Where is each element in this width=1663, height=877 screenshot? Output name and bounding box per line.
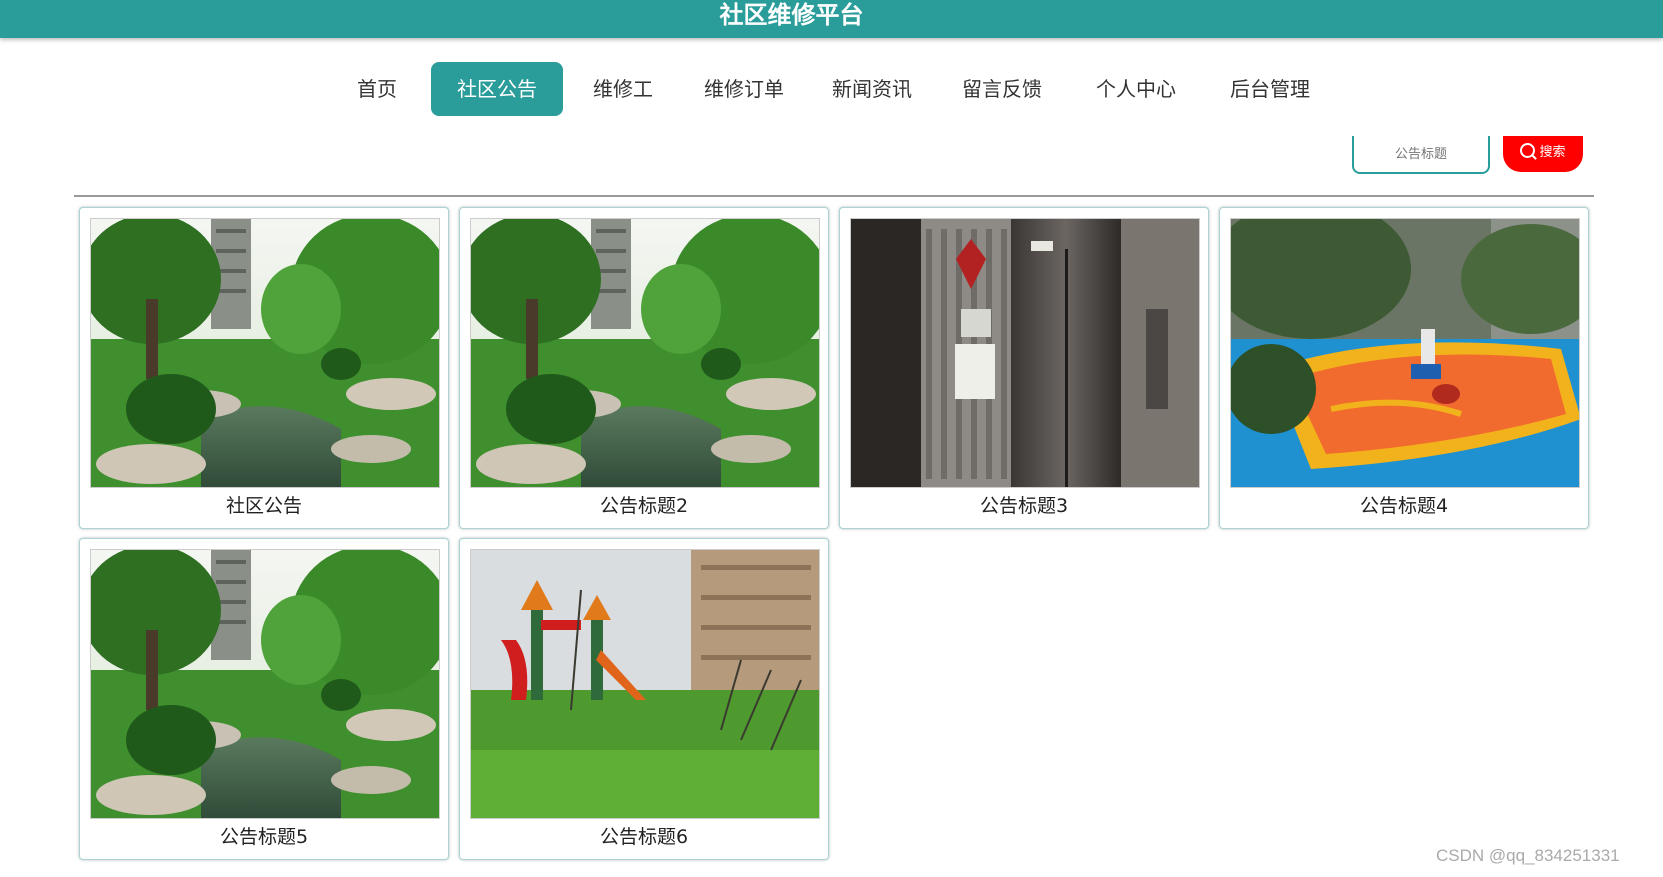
announcement-card[interactable]: 公告标题5 <box>79 538 449 860</box>
announcement-card[interactable]: 公告标题3 <box>839 207 1209 529</box>
content-divider <box>74 195 1594 197</box>
search-button-label: 搜索 <box>1539 145 1566 160</box>
nav-item-profile[interactable]: 个人中心 <box>1084 62 1188 116</box>
search-input[interactable] <box>1352 136 1490 174</box>
announcement-card[interactable]: 社区公告 <box>79 207 449 529</box>
nav-item-news[interactable]: 新闻资讯 <box>820 62 924 116</box>
announcement-title: 公告标题5 <box>219 826 309 848</box>
announcement-title: 公告标题4 <box>1359 495 1449 517</box>
search-button[interactable]: 搜索 <box>1503 136 1583 172</box>
announcement-card[interactable]: 公告标题2 <box>459 207 829 529</box>
announcement-image <box>470 218 820 488</box>
announcement-image <box>470 549 820 819</box>
nav-item-announcements[interactable]: 社区公告 <box>431 62 563 116</box>
nav-item-repair-orders[interactable]: 维修订单 <box>692 62 796 116</box>
announcement-card[interactable]: 公告标题4 <box>1219 207 1589 529</box>
announcement-card[interactable]: 公告标题6 <box>459 538 829 860</box>
main-nav: 首页 社区公告 维修工 维修订单 新闻资讯 留言反馈 个人中心 后台管理 <box>0 62 1663 116</box>
announcement-title: 社区公告 <box>225 495 302 517</box>
nav-item-admin[interactable]: 后台管理 <box>1218 62 1322 116</box>
announcement-title: 公告标题6 <box>599 826 689 848</box>
nav-item-repairmen[interactable]: 维修工 <box>580 62 666 116</box>
announcement-title: 公告标题3 <box>979 495 1069 517</box>
announcement-image <box>90 218 440 488</box>
announcement-image <box>850 218 1200 488</box>
site-header: 社区维修平台 <box>0 0 1663 38</box>
nav-item-feedback[interactable]: 留言反馈 <box>950 62 1054 116</box>
announcement-image <box>1230 218 1580 488</box>
watermark: CSDN @qq_834251331 <box>1436 846 1620 865</box>
nav-item-home[interactable]: 首页 <box>344 62 410 116</box>
site-title: 社区维修平台 <box>719 1 864 29</box>
search-icon <box>1520 143 1536 158</box>
announcement-title: 公告标题2 <box>599 495 689 517</box>
announcement-image <box>90 549 440 819</box>
